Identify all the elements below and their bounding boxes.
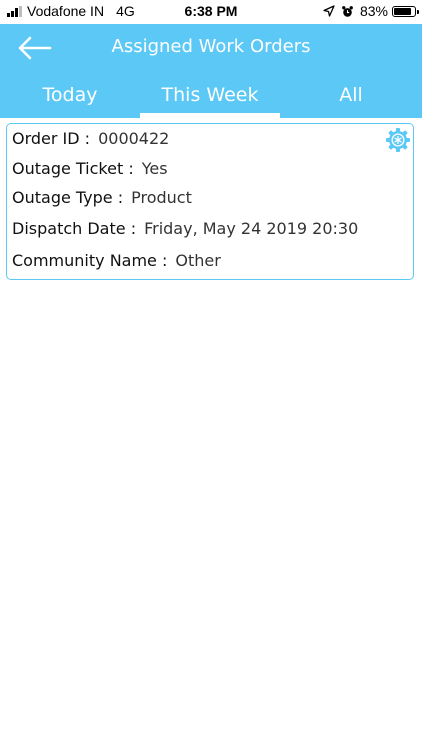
outage-type-label: Outage Type :: [12, 188, 124, 207]
outage-ticket-label: Outage Ticket :: [12, 159, 134, 178]
tab-label: All: [339, 84, 363, 106]
page-title: Assigned Work Orders: [111, 36, 311, 57]
settings-gear-icon[interactable]: [385, 127, 411, 153]
tab-label: Today: [42, 84, 98, 106]
community-name-value: Other: [175, 251, 221, 270]
battery-icon: [392, 5, 419, 17]
location-arrow-icon: [323, 5, 335, 17]
community-name-label: Community Name :: [12, 251, 168, 270]
status-bar: Vodafone IN 4G 6:38 PM 83%: [0, 0, 422, 24]
tab-today[interactable]: Today: [0, 80, 140, 118]
order-id-value: 0000422: [98, 129, 170, 148]
order-id-row: Order ID : 0000422: [12, 129, 169, 148]
tab-label: This Week: [161, 84, 259, 106]
tab-this-week[interactable]: This Week: [140, 80, 280, 118]
dispatch-date-value: Friday, May 24 2019 20:30: [144, 219, 359, 238]
tab-bar: Today This Week All: [0, 80, 422, 118]
outage-ticket-row: Outage Ticket : Yes: [12, 159, 168, 178]
outage-ticket-value: Yes: [141, 159, 168, 178]
outage-type-value: Product: [131, 188, 192, 207]
app-header: Assigned Work Orders Today This Week All: [0, 24, 422, 118]
alarm-clock-icon: [342, 5, 353, 17]
order-id-label: Order ID :: [12, 129, 91, 148]
outage-type-row: Outage Type : Product: [12, 188, 192, 207]
tab-all[interactable]: All: [280, 80, 422, 118]
work-order-card[interactable]: Order ID : 0000422 Outage Ticket : Yes Out…: [6, 123, 414, 280]
dispatch-date-row: Dispatch Date : Friday, May 24 2019 20:30: [12, 219, 358, 238]
status-right: 83%: [323, 3, 419, 19]
battery-percent: 83%: [359, 3, 388, 19]
community-name-row: Community Name : Other: [12, 251, 221, 270]
dispatch-date-label: Dispatch Date :: [12, 219, 137, 238]
battery-level-fill: [394, 7, 411, 15]
